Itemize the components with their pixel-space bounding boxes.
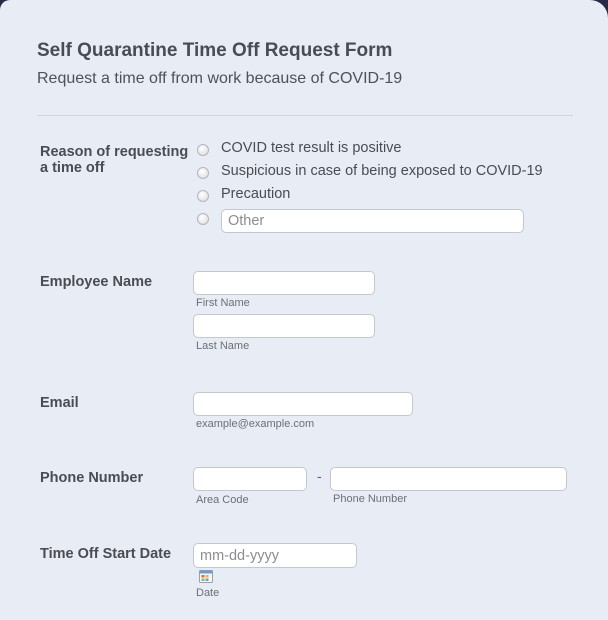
reason-radio-other[interactable] <box>197 213 209 225</box>
start-date-label: Time Off Start Date <box>40 546 172 562</box>
last-name-input[interactable] <box>193 314 375 338</box>
email-input[interactable] <box>193 392 413 416</box>
email-sublabel: example@example.com <box>196 418 315 430</box>
reason-option-suspicious-label: Suspicious in case of being exposed to C… <box>221 163 543 179</box>
phone-number-input[interactable] <box>330 467 567 491</box>
area-code-input[interactable] <box>193 467 307 491</box>
header-divider <box>37 115 573 116</box>
reason-option-positive-label: COVID test result is positive <box>221 140 402 156</box>
form-subtitle: Request a time off from work because of … <box>37 70 403 87</box>
form-title: Self Quarantine Time Off Request Form <box>37 40 393 61</box>
reason-radio-precaution[interactable] <box>197 190 209 202</box>
phone-number-sublabel: Phone Number <box>333 493 407 505</box>
first-name-input[interactable] <box>193 271 375 295</box>
email-label: Email <box>40 395 79 411</box>
reason-other-input[interactable] <box>221 209 524 233</box>
form-card: Self Quarantine Time Off Request Form Re… <box>0 0 608 620</box>
reason-radio-positive[interactable] <box>197 144 209 156</box>
start-date-sublabel: Date <box>196 587 220 599</box>
calendar-icon[interactable] <box>199 570 213 583</box>
last-name-sublabel: Last Name <box>196 340 250 352</box>
phone-label: Phone Number <box>40 470 144 486</box>
phone-separator: - <box>317 468 322 484</box>
first-name-sublabel: First Name <box>196 297 250 309</box>
reason-option-precaution-label: Precaution <box>221 186 291 202</box>
reason-label: Reason of requesting a time off <box>40 144 189 176</box>
employee-name-label: Employee Name <box>40 274 153 290</box>
start-date-input[interactable] <box>193 543 357 568</box>
reason-radio-suspicious[interactable] <box>197 167 209 179</box>
area-code-sublabel: Area Code <box>196 494 249 506</box>
